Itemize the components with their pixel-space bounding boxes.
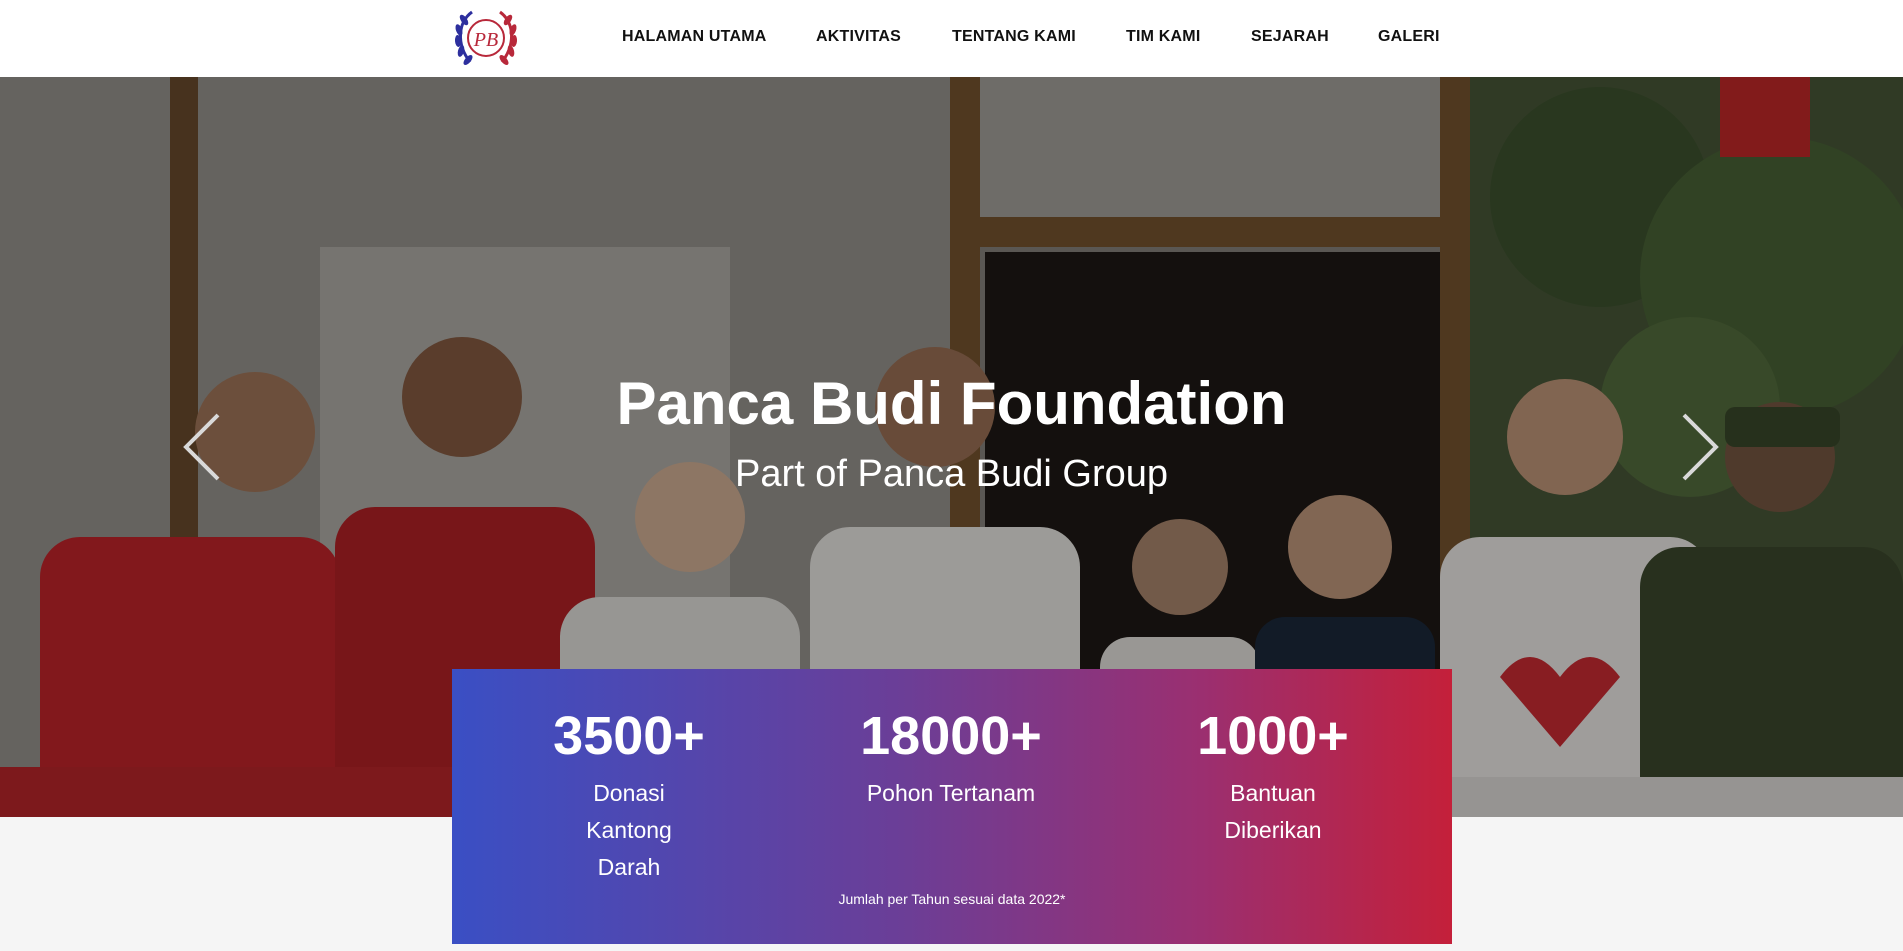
nav-galeri[interactable]: GALERI xyxy=(1378,28,1440,46)
carousel-prev-button[interactable] xyxy=(178,407,228,487)
stat-aid-given: 1000+ Bantuan Diberikan xyxy=(1143,709,1403,849)
hero-title: Panca Budi Foundation xyxy=(616,370,1287,437)
stat-label: Bantuan Diberikan xyxy=(1224,780,1322,843)
stat-value: 3500+ xyxy=(553,706,705,766)
nav-aktivitas[interactable]: AKTIVITAS xyxy=(816,28,901,46)
nav-tim-kami[interactable]: TIM KAMI xyxy=(1126,28,1200,46)
stat-blood-donation: 3500+ Donasi Kantong Darah xyxy=(499,709,759,886)
site-header: PB HALAMAN UTAMA AKTIVITAS TENTANG KAMI … xyxy=(0,0,1903,77)
stat-label: Pohon Tertanam xyxy=(866,780,1036,806)
stat-value: 18000+ xyxy=(860,706,1042,766)
stat-value: 1000+ xyxy=(1197,706,1349,766)
nav-tentang-kami[interactable]: TENTANG KAMI xyxy=(952,28,1076,46)
stat-trees-planted: 18000+ Pohon Tertanam xyxy=(821,709,1081,812)
nav-halaman-utama[interactable]: HALAMAN UTAMA xyxy=(622,28,767,46)
chevron-left-icon xyxy=(183,413,220,481)
hero-subtitle: Part of Panca Budi Group xyxy=(734,453,1169,495)
stats-footnote: Jumlah per Tahun sesuai data 2022* xyxy=(838,891,1066,907)
carousel-next-button[interactable] xyxy=(1674,407,1724,487)
stat-label: Donasi Kantong Darah xyxy=(586,780,672,880)
nav-sejarah[interactable]: SEJARAH xyxy=(1251,28,1329,46)
chevron-right-icon xyxy=(1682,413,1719,481)
main-navigation: HALAMAN UTAMA AKTIVITAS TENTANG KAMI TIM… xyxy=(0,0,1903,77)
stats-panel: 3500+ Donasi Kantong Darah 18000+ Pohon … xyxy=(452,669,1452,944)
